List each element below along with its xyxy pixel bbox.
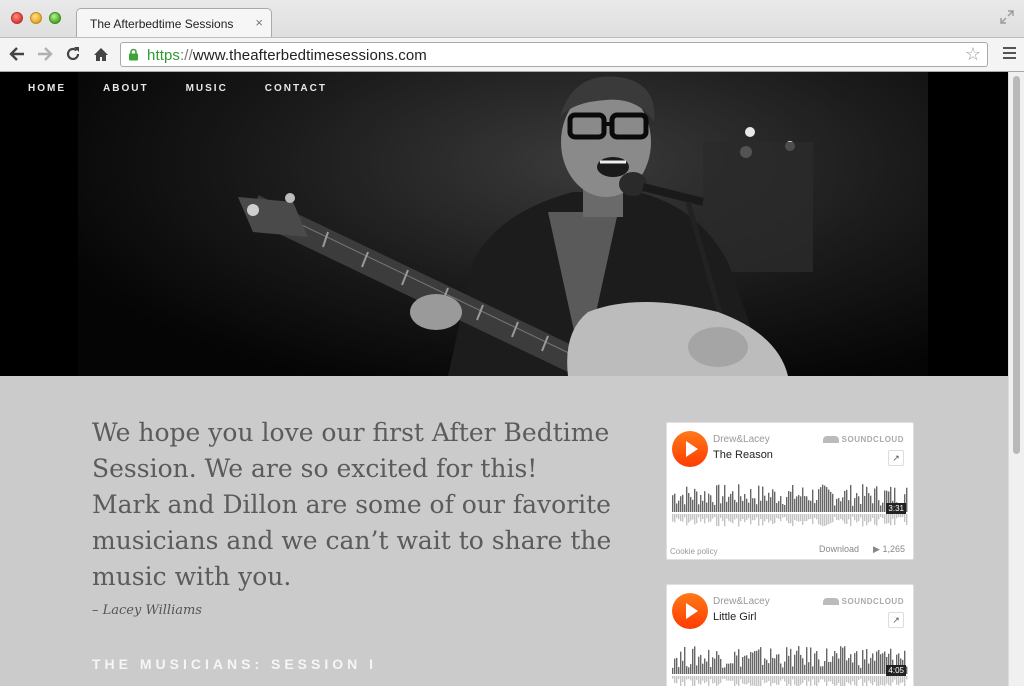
page-viewport: HOME ABOUT MUSIC CONTACT We hope you lov… [0, 72, 1008, 686]
hero-banner: HOME ABOUT MUSIC CONTACT [0, 72, 1008, 376]
url-separator: :// [180, 47, 193, 64]
soundcloud-cloud-icon [822, 598, 839, 605]
soundcloud-logo[interactable]: SOUNDCLOUD [822, 597, 904, 606]
intro-quote: We hope you love our first After Bedtime… [92, 418, 612, 591]
back-arrow-icon[interactable] [6, 43, 28, 65]
musician-photo [238, 76, 813, 376]
vertical-scrollbar[interactable] [1008, 72, 1024, 686]
lock-icon [129, 48, 138, 61]
minimize-window-button[interactable] [30, 12, 42, 24]
soundcloud-brand-label: SOUNDCLOUD [841, 435, 904, 444]
url-scheme: https [147, 47, 181, 64]
tab-title: The Afterbedtime Sessions [90, 17, 234, 31]
quote-attribution: – Lacey Williams [92, 603, 202, 618]
track-duration: 4:05 [886, 665, 906, 676]
url-host: www.theafterbedtimesessions.com [192, 47, 427, 64]
share-icon[interactable]: ↗ [888, 450, 904, 466]
track-duration: 3:31 [886, 503, 906, 514]
browser-toolbar: https://www.theafterbedtimesessions.com … [0, 37, 1024, 71]
nav-home-link[interactable]: HOME [28, 83, 66, 94]
track-artist[interactable]: Drew&Lacey [713, 596, 770, 607]
download-link[interactable]: Download [819, 544, 859, 555]
window-controls [11, 12, 61, 24]
track-title[interactable]: The Reason [713, 449, 773, 461]
bookmark-star-icon[interactable]: ☆ [965, 44, 981, 65]
soundcloud-brand-label: SOUNDCLOUD [841, 597, 904, 606]
play-button[interactable] [672, 593, 708, 629]
player-footer: Download ▶ 1,265 [819, 544, 905, 555]
home-icon[interactable] [90, 43, 112, 65]
menu-icon[interactable] [1003, 47, 1016, 62]
browser-chrome: The Afterbedtime Sessions × https://www.… [0, 0, 1024, 72]
soundcloud-logo[interactable]: SOUNDCLOUD [822, 435, 904, 444]
waveform[interactable] [672, 640, 908, 686]
reload-icon[interactable] [62, 43, 84, 65]
section-heading: THE MUSICIANS: SESSION I [92, 656, 378, 672]
tab-close-icon[interactable]: × [255, 15, 263, 30]
close-window-button[interactable] [11, 12, 23, 24]
forward-arrow-icon[interactable] [34, 43, 56, 65]
main-navigation: HOME ABOUT MUSIC CONTACT [28, 83, 327, 94]
nav-about-link[interactable]: ABOUT [103, 83, 149, 94]
play-count: ▶ 1,265 [873, 544, 905, 554]
url-text: https://www.theafterbedtimesessions.com [147, 47, 427, 64]
fullscreen-icon[interactable] [1000, 10, 1014, 24]
scrollbar-thumb[interactable] [1013, 76, 1020, 454]
soundcloud-cloud-icon [822, 436, 839, 443]
zoom-window-button[interactable] [49, 12, 61, 24]
track-artist[interactable]: Drew&Lacey [713, 434, 770, 445]
waveform[interactable] [672, 478, 908, 530]
soundcloud-player: Drew&Lacey The Reason SOUNDCLOUD ↗ 3:31 … [666, 422, 914, 560]
cookie-policy-link[interactable]: Cookie policy [670, 547, 718, 556]
address-bar[interactable]: https://www.theafterbedtimesessions.com … [120, 42, 988, 67]
share-icon[interactable]: ↗ [888, 612, 904, 628]
soundcloud-player: Drew&Lacey Little Girl SOUNDCLOUD ↗ 4:05 [666, 584, 914, 686]
browser-tab[interactable]: The Afterbedtime Sessions × [76, 8, 272, 37]
nav-contact-link[interactable]: CONTACT [265, 83, 327, 94]
track-title[interactable]: Little Girl [713, 611, 756, 623]
hero-photo [78, 72, 928, 376]
play-button[interactable] [672, 431, 708, 467]
nav-music-link[interactable]: MUSIC [186, 83, 228, 94]
